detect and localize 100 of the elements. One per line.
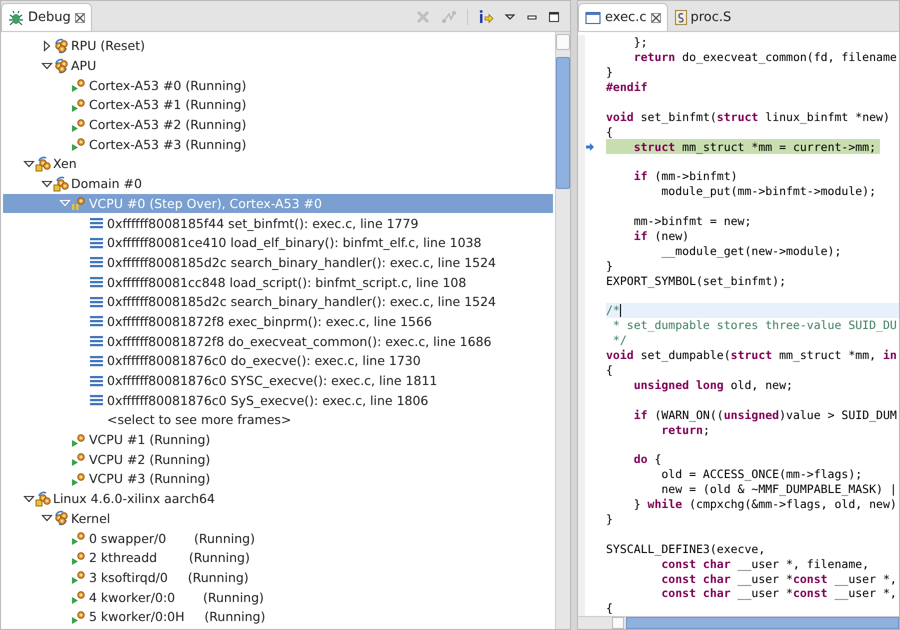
tree-item-label: VCPU #0 (Step Over), Cortex-A53 #0 xyxy=(89,196,322,211)
running-thread-icon xyxy=(71,569,87,586)
running-thread-icon xyxy=(71,608,87,625)
tree-item[interactable]: 4 kworker/0:0 (Running) xyxy=(3,587,553,607)
code-line: #endif xyxy=(606,80,648,95)
close-icon[interactable] xyxy=(74,12,85,22)
code-line: } while (cmpxchg(&mm->flags, old, new) xyxy=(632,496,897,512)
code-line: do { xyxy=(632,452,662,467)
tree-item-label: 0xffffff80081872f8 do_execveat_common(): exec.c, line 1686 xyxy=(107,334,492,349)
tree-item[interactable]: Cortex-A53 #1 (Running) xyxy=(3,95,553,115)
code-line: { xyxy=(606,362,613,378)
editor-tab[interactable]: proc.S xyxy=(668,3,738,31)
code-line: void set_dumpable(struct mm_struct *mm, in xyxy=(606,348,897,363)
tree-item-label: RPU (Reset) xyxy=(71,38,146,54)
code-line: return; xyxy=(660,422,710,438)
code-line: SYSCALL_DEFINE3(execve, xyxy=(606,541,766,556)
code-line: void set_binfmt(struct linux_binfmt *new) xyxy=(606,109,890,124)
tree-item[interactable]: 0xffffff80081cc848 load_script(): binfmt_script.c, line 108 xyxy=(3,272,553,292)
debug-system-icon xyxy=(53,176,69,192)
tree-item[interactable]: 0xffffff80081876c0 SyS_execve(): exec.c, line 1806 xyxy=(3,390,553,410)
tree-item[interactable]: Cortex-A53 #2 (Running) xyxy=(3,114,553,134)
debug-system-icon xyxy=(35,156,51,172)
tree-item[interactable]: Linux 4.6.0-xilinx aarch64 xyxy=(3,488,553,508)
running-thread-icon xyxy=(71,470,87,487)
debug-target-icon xyxy=(53,38,69,54)
tree-item[interactable]: <select to see more frames> xyxy=(3,410,553,430)
tree-item-label: <select to see more frames> xyxy=(107,412,292,428)
tree-item[interactable]: 2 kthreadd (Running) xyxy=(3,548,553,568)
running-thread-icon xyxy=(71,432,87,448)
code-line: }; xyxy=(632,35,648,50)
vertical-scrollbar[interactable] xyxy=(555,32,570,629)
expand-arrow-icon[interactable] xyxy=(41,40,53,52)
tree-item-label: 3 ksoftirqd/0 (Running) xyxy=(89,570,249,585)
suspended-thread-icon xyxy=(71,195,87,212)
code-line: */ xyxy=(612,332,627,348)
tree-item[interactable]: 0xffffff80081876c0 do_execve(): exec.c, line 1730 xyxy=(3,351,553,371)
code-line: if (mm->binfmt) xyxy=(632,169,738,184)
code-line: const char __user *, filename, xyxy=(660,556,870,572)
code-line: new = (old & ~MMF_DUMPABLE_MASK) | xyxy=(660,482,897,497)
tree-item-label: Xen xyxy=(53,156,77,172)
tree-item-label: VCPU #3 (Running) xyxy=(89,471,210,486)
running-thread-icon xyxy=(71,116,87,133)
tree-item-label: Cortex-A53 #2 (Running) xyxy=(89,117,246,132)
tree-item[interactable]: 0xffffff80081872f8 do_execveat_common(): exec.c, line 1686 xyxy=(3,331,553,351)
tree-item[interactable]: VCPU #2 (Running) xyxy=(3,449,553,470)
code-line: if (new) xyxy=(632,228,690,244)
code-line: { xyxy=(606,600,613,616)
tree-item-label: APU xyxy=(71,58,96,74)
tree-item[interactable]: Cortex-A53 #0 (Running) xyxy=(3,75,553,96)
maximize-icon[interactable] xyxy=(548,11,560,23)
code-line: mm->binfmt = new; xyxy=(632,214,752,229)
tree-item[interactable]: Kernel xyxy=(3,508,553,528)
tree-item[interactable]: Domain #0 xyxy=(3,174,553,194)
tree-item[interactable]: 5 kworker/0:0H (Running) xyxy=(3,606,553,627)
running-thread-icon xyxy=(71,550,87,566)
tree-item[interactable]: Cortex-A53 #3 (Running) xyxy=(3,134,553,154)
tree-item-label: 0xffffff8008185d2c search_binary_handler(): exec.c, line 1524 xyxy=(107,294,496,310)
running-thread-icon xyxy=(71,136,87,152)
code-line: const char __user *const __user *, xyxy=(660,571,897,586)
tree-item-label: 0xffffff80081872f8 exec_binprm(): exec.c, line 1566 xyxy=(107,314,432,329)
tree-item-label: Linux 4.6.0-xilinx aarch64 xyxy=(53,491,215,506)
step-filter-icon[interactable] xyxy=(478,9,494,25)
tree-item-label: 0xffffff80081876c0 do_execve(): exec.c, line 1730 xyxy=(107,353,421,368)
tree-item-label: 0xffffff8008185f44 set_binfmt(): exec.c, line 1779 xyxy=(107,216,418,231)
horizontal-scrollbar[interactable] xyxy=(578,616,899,629)
tree-item[interactable]: 0xffffff8008185d2c search_binary_handler(): exec.c, line 1524 xyxy=(3,252,553,272)
tree-item[interactable]: VCPU #1 (Running) xyxy=(3,430,553,450)
tree-item-label: 0xffffff8008185d2c search_binary_handler(): exec.c, line 1524 xyxy=(107,254,496,270)
tree-item-label: Cortex-A53 #3 (Running) xyxy=(89,136,246,152)
tree-item[interactable]: 0xffffff8008185f44 set_binfmt(): exec.c, line 1779 xyxy=(3,213,553,233)
debug-target-icon xyxy=(53,58,69,74)
tree-item-label: 2 kthreadd (Running) xyxy=(89,550,250,566)
tree-item-label: Domain #0 xyxy=(71,176,142,192)
editor-tab[interactable]: exec.c xyxy=(578,3,668,31)
source-file-icon xyxy=(674,10,686,25)
code-line: } xyxy=(606,512,613,526)
debug-view-tab[interactable]: Debug xyxy=(1,3,92,31)
code-line: /* xyxy=(606,303,620,318)
tree-item[interactable]: 0 swapper/0 (Running) xyxy=(3,528,553,548)
tree-item[interactable]: 0xffffff80081ce410 load_elf_binary(): binfmt_elf.c, line 1038 xyxy=(3,232,553,253)
tree-item[interactable]: 3 ksoftirqd/0 (Running) xyxy=(3,568,553,588)
tree-item[interactable]: Xen xyxy=(3,154,553,174)
close-icon[interactable] xyxy=(650,12,660,22)
code-line: if (WARN_ON((unsigned)value > SUID_DUM xyxy=(632,407,897,422)
tree-item[interactable]: APU xyxy=(3,56,553,76)
tree-item[interactable]: VCPU #3 (Running) xyxy=(3,469,553,489)
tree-item[interactable]: 0xffffff80081876c0 SYSC_execve(): exec.c, line 1811 xyxy=(3,370,553,390)
tree-item-label: VCPU #1 (Running) xyxy=(89,432,210,448)
tree-item-label: 0 swapper/0 (Running) xyxy=(89,530,255,546)
tree-item[interactable]: 0xffffff80081872f8 exec_binprm(): exec.c, line 1566 xyxy=(3,312,553,332)
code-line: old = ACCESS_ONCE(mm->flags); xyxy=(660,466,862,482)
code-line: const char __user *const __user *, xyxy=(660,586,897,601)
running-thread-icon xyxy=(71,451,87,468)
running-thread-icon xyxy=(71,530,87,546)
code-line: EXPORT_SYMBOL(set_binfmt); xyxy=(606,273,786,288)
code-line: { xyxy=(606,124,613,140)
tree-item[interactable]: RPU (Reset) xyxy=(3,36,553,56)
tree-item[interactable]: 0xffffff8008185d2c search_binary_handler(): exec.c, line 1524 xyxy=(3,292,553,312)
tree-item-label: 5 kworker/0:0H (Running) xyxy=(89,609,266,624)
code-line: } xyxy=(606,258,613,274)
